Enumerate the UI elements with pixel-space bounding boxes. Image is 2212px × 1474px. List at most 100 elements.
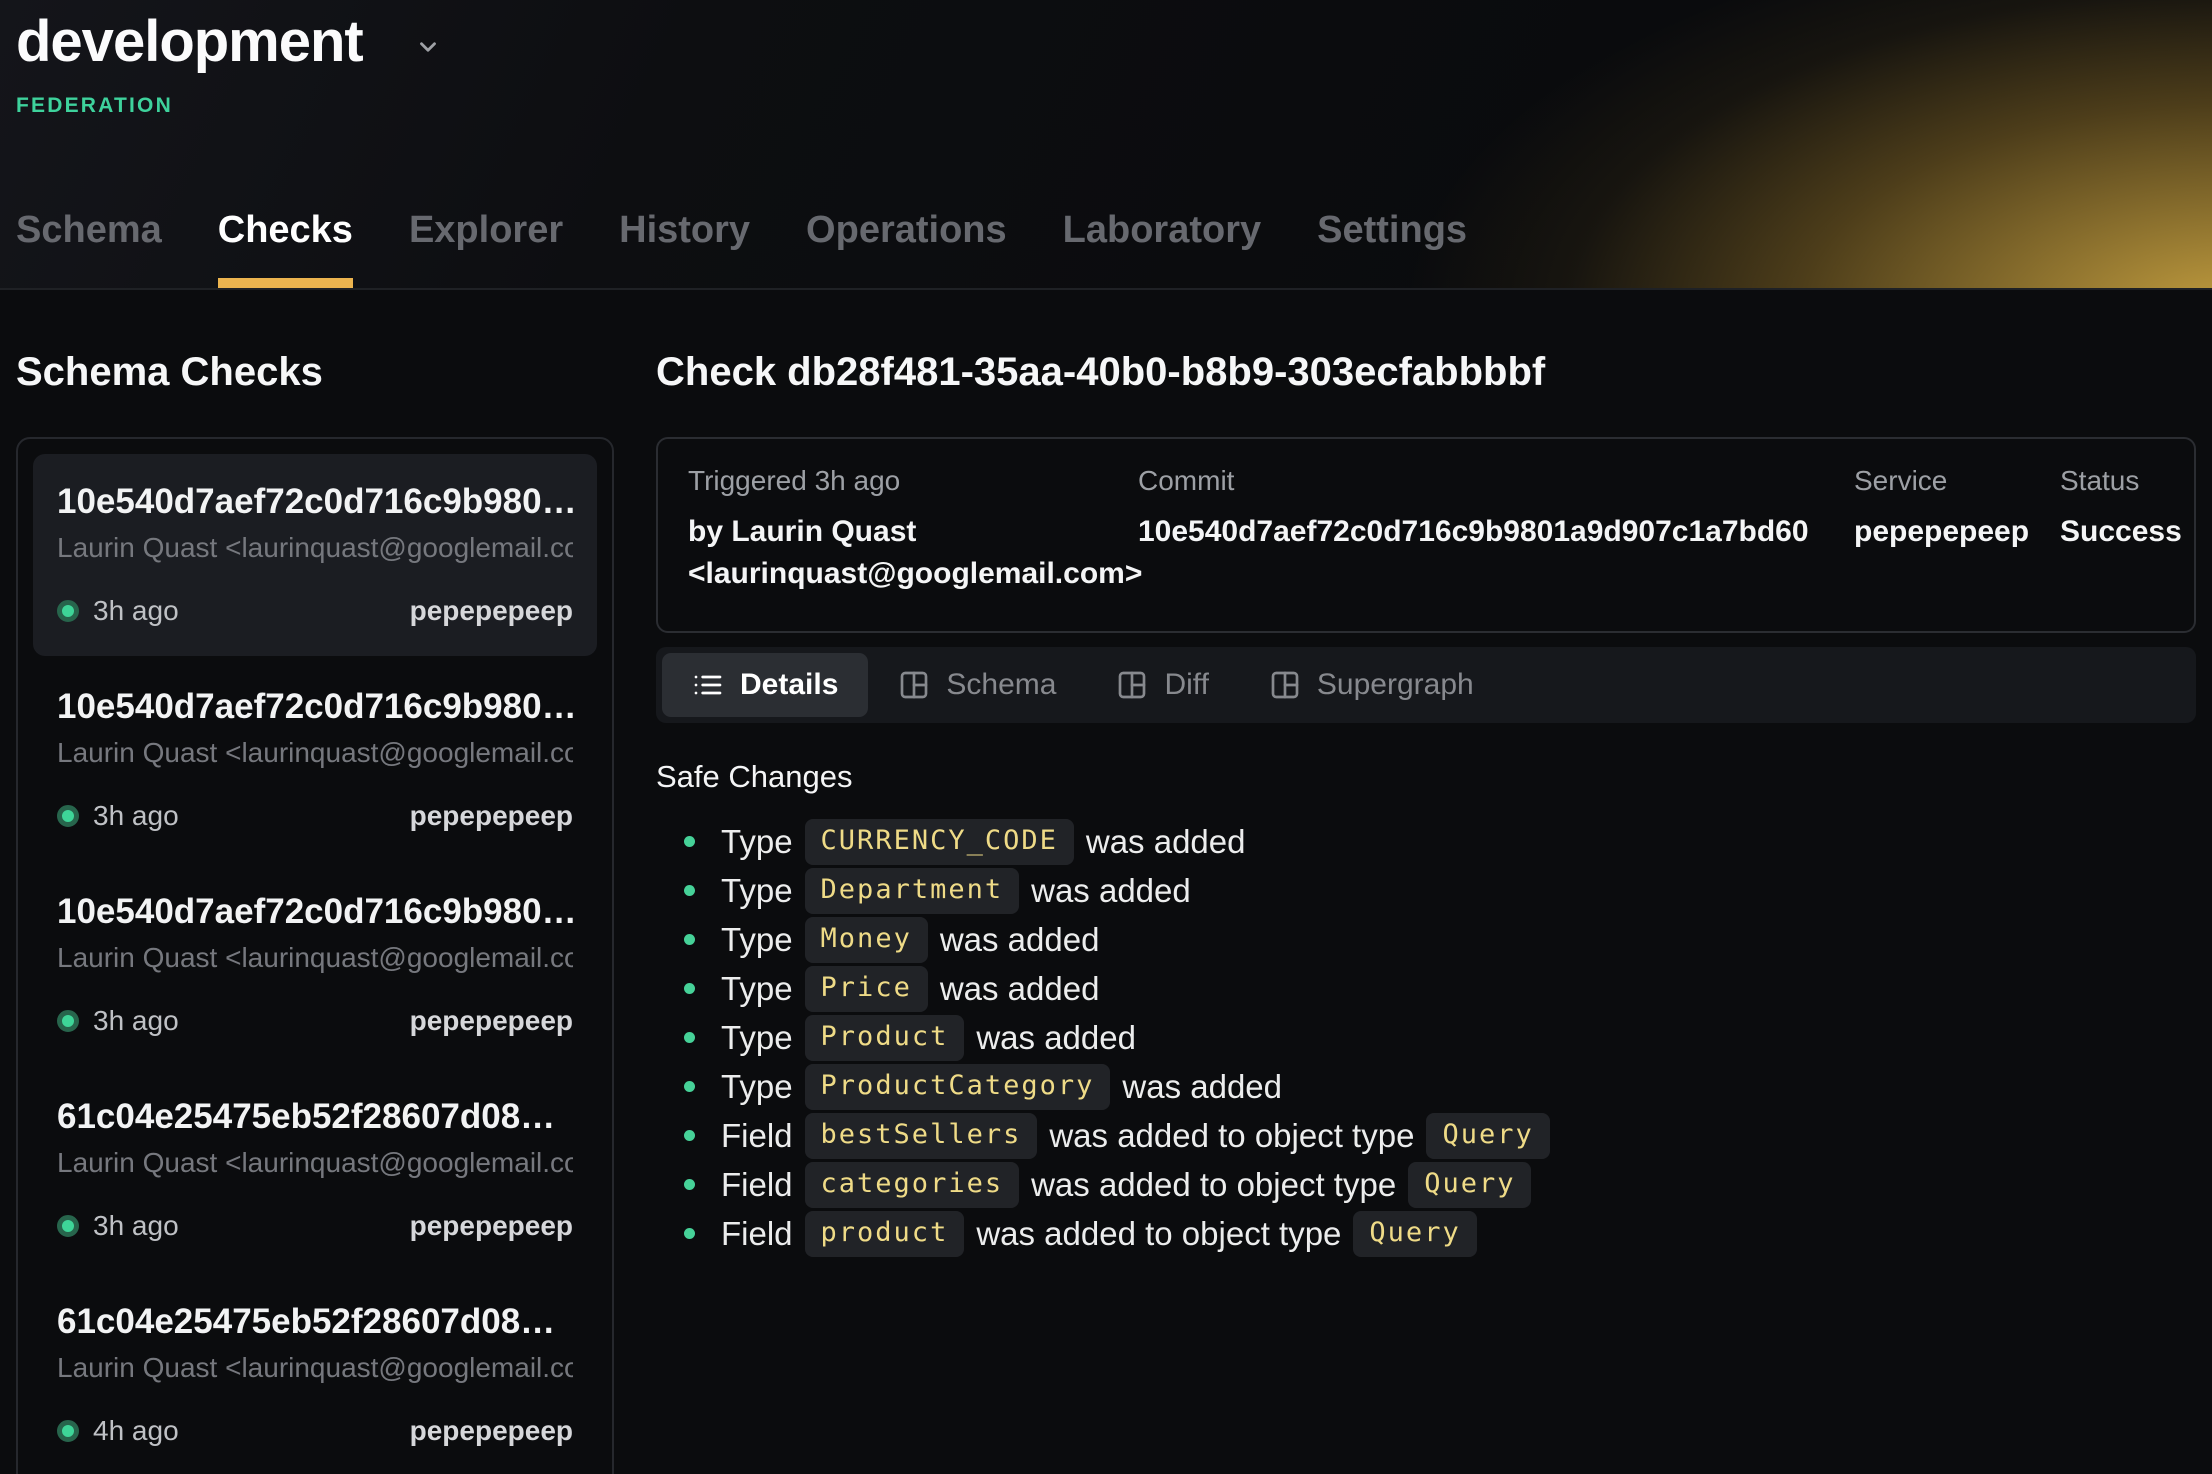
change-prefix: Type bbox=[721, 1068, 793, 1106]
code-chip: Department bbox=[805, 868, 1020, 914]
nav-tab-schema[interactable]: Schema bbox=[16, 209, 162, 288]
check-item-time: 3h ago bbox=[93, 1005, 179, 1037]
check-item-service: pepepepeep bbox=[410, 800, 573, 832]
change-prefix: Type bbox=[721, 921, 793, 959]
nav-tab-operations[interactable]: Operations bbox=[806, 209, 1007, 288]
section-title: Safe Changes bbox=[656, 759, 2196, 795]
meta-commit-value: 10e540d7aef72c0d716c9b9801a9d907c1a7bd60 bbox=[1138, 511, 1854, 553]
check-item-title: 61c04e25475eb52f28607d08… bbox=[57, 1095, 573, 1139]
change-text: was added to object type bbox=[1031, 1166, 1396, 1204]
status-dot-icon bbox=[57, 805, 79, 827]
sidebar-title: Schema Checks bbox=[16, 350, 614, 395]
checks-list-panel: 10e540d7aef72c0d716c9b980… Laurin Quast <… bbox=[16, 437, 614, 1474]
check-item-service: pepepepeep bbox=[410, 1005, 573, 1037]
tab-diff[interactable]: Diff bbox=[1086, 653, 1238, 717]
change-prefix: Field bbox=[721, 1117, 793, 1155]
safe-changes-list: TypeCURRENCY_CODEwas addedTypeDepartment… bbox=[656, 817, 2196, 1258]
change-text: was added bbox=[1086, 823, 1246, 861]
check-item-meta: 4h agopepepepeep bbox=[57, 1416, 573, 1446]
check-item-time: 4h ago bbox=[93, 1415, 179, 1447]
project-header: development FEDERATION SchemaChecksExplo… bbox=[0, 0, 2212, 290]
check-list-item[interactable]: 61c04e25475eb52f28607d08… Laurin Quast <l… bbox=[33, 1274, 597, 1474]
change-prefix: Field bbox=[721, 1215, 793, 1253]
bullet-icon bbox=[684, 1130, 695, 1141]
check-detail: Check db28f481-35aa-40b0-b8b9-303ecfabbb… bbox=[656, 290, 2196, 1258]
check-title: Check db28f481-35aa-40b0-b8b9-303ecfabbb… bbox=[656, 350, 2196, 395]
view-tab-label: Schema bbox=[946, 668, 1056, 702]
check-list-item[interactable]: 61c04e25475eb52f28607d08…Laurin Quast <l… bbox=[33, 1069, 597, 1271]
nav-tab-history[interactable]: History bbox=[619, 209, 750, 288]
code-chip: Query bbox=[1408, 1162, 1531, 1208]
check-list-item[interactable]: 10e540d7aef72c0d716c9b980… Laurin Quast <… bbox=[33, 864, 597, 1066]
bullet-icon bbox=[684, 934, 695, 945]
status-dot-icon bbox=[57, 1010, 79, 1032]
check-item-time: 3h ago bbox=[93, 1210, 179, 1242]
code-chip: Product bbox=[805, 1015, 965, 1061]
code-chip: ProductCategory bbox=[805, 1064, 1111, 1110]
check-list-item[interactable]: 10e540d7aef72c0d716c9b980…Laurin Quast <… bbox=[33, 659, 597, 861]
tab-supergraph[interactable]: Supergraph bbox=[1239, 653, 1504, 717]
change-row: TypeDepartmentwas added bbox=[656, 866, 2196, 915]
code-chip: bestSellers bbox=[805, 1113, 1038, 1159]
check-item-author: Laurin Quast <laurinquast@googlemail.co… bbox=[57, 940, 573, 976]
change-row: TypeMoneywas added bbox=[656, 915, 2196, 964]
change-prefix: Type bbox=[721, 872, 793, 910]
change-text: was added bbox=[976, 1019, 1136, 1057]
change-text: was added bbox=[940, 921, 1100, 959]
bullet-icon bbox=[684, 1081, 695, 1092]
change-row: Field bestSellers was added to object type… bbox=[656, 1111, 2196, 1160]
meta-status-label: Status bbox=[2060, 465, 2182, 497]
change-text: was added bbox=[1122, 1068, 1282, 1106]
code-chip: product bbox=[805, 1211, 965, 1257]
change-prefix: Type bbox=[721, 970, 793, 1008]
check-item-title: 61c04e25475eb52f28607d08… bbox=[57, 1300, 573, 1344]
check-item-author: Laurin Quast <laurinquast@googlemail.co… bbox=[57, 1350, 573, 1386]
code-chip: categories bbox=[805, 1162, 1020, 1208]
meta-triggered: Triggered 3h ago by Laurin Quast <laurin… bbox=[688, 465, 1138, 595]
bullet-icon bbox=[684, 885, 695, 896]
change-text: was added to object type bbox=[1049, 1117, 1414, 1155]
check-item-title: 10e540d7aef72c0d716c9b980… bbox=[57, 685, 573, 729]
tab-details[interactable]: Details bbox=[662, 653, 868, 717]
nav-tab-laboratory[interactable]: Laboratory bbox=[1063, 209, 1261, 288]
check-item-service: pepepepeep bbox=[410, 595, 573, 627]
change-prefix: Type bbox=[721, 823, 793, 861]
code-chip: Query bbox=[1426, 1113, 1549, 1159]
columns-icon bbox=[1116, 669, 1148, 701]
tab-schema[interactable]: Schema bbox=[868, 653, 1086, 717]
change-row: Type ProductCategory was added bbox=[656, 1062, 2196, 1111]
meta-service-value: pepepepeep bbox=[1854, 511, 2060, 553]
change-text: was added bbox=[940, 970, 1100, 1008]
check-item-meta: 3h ago pepepepeep bbox=[57, 596, 573, 626]
change-row: Type CURRENCY_CODE was added bbox=[656, 817, 2196, 866]
list-icon bbox=[692, 669, 724, 701]
bullet-icon bbox=[684, 836, 695, 847]
check-list-item[interactable]: 10e540d7aef72c0d716c9b980…Laurin Quast <… bbox=[33, 454, 597, 656]
main-nav: Schema Checks Explorer History Operations Lab… bbox=[16, 209, 1467, 288]
view-tab-label: Supergraph bbox=[1317, 668, 1474, 702]
check-item-title: 10e540d7aef72c0d716c9b980… bbox=[57, 480, 573, 524]
meta-service-label: Service bbox=[1854, 465, 2060, 497]
code-chip: CURRENCY_CODE bbox=[805, 819, 1074, 865]
check-item-meta: 3h ago pepepepeep bbox=[57, 1006, 573, 1036]
check-item-time: 3h ago bbox=[93, 595, 179, 627]
code-chip: Price bbox=[805, 966, 928, 1012]
meta-status-value: Success bbox=[2060, 511, 2182, 553]
nav-tab-explorer[interactable]: Explorer bbox=[409, 209, 563, 288]
bullet-icon bbox=[684, 1228, 695, 1239]
nav-tab-checks[interactable]: Checks bbox=[218, 209, 353, 288]
change-text: was added to object type bbox=[976, 1215, 1341, 1253]
change-row: TypeProductwas added bbox=[656, 1013, 2196, 1062]
bullet-icon bbox=[684, 983, 695, 994]
change-row: Field categories was added to object type Q… bbox=[656, 1160, 2196, 1209]
meta-status: Status Success bbox=[2060, 465, 2182, 595]
nav-tab-settings[interactable]: Settings bbox=[1317, 209, 1467, 288]
meta-triggered-label: Triggered 3h ago bbox=[688, 465, 1138, 497]
bullet-icon bbox=[684, 1179, 695, 1190]
page-title: development bbox=[16, 8, 363, 75]
check-item-title: 10e540d7aef72c0d716c9b980… bbox=[57, 890, 573, 934]
check-item-time: 3h ago bbox=[93, 800, 179, 832]
chevron-down-icon[interactable] bbox=[411, 34, 445, 60]
status-dot-icon bbox=[57, 1215, 79, 1237]
change-prefix: Field bbox=[721, 1166, 793, 1204]
